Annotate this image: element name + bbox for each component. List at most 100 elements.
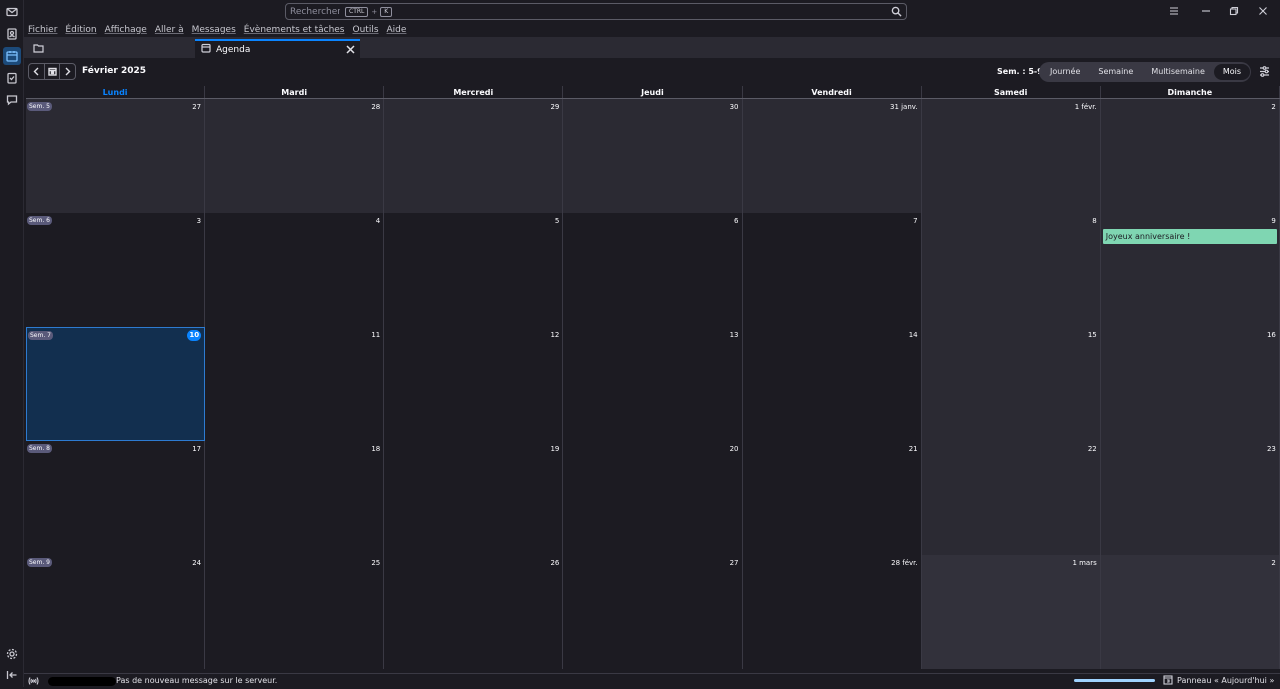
minimize-icon[interactable]: [1198, 3, 1214, 19]
day-number: 1 mars: [1072, 559, 1097, 567]
today-button[interactable]: [43, 64, 61, 79]
today-pane-button[interactable]: Panneau « Aujourd'hui »: [1163, 675, 1274, 685]
day-number: 8: [1092, 217, 1097, 225]
day-cell[interactable]: 13: [563, 327, 743, 441]
tab-agenda-label: Agenda: [216, 44, 251, 55]
day-cell[interactable]: 1 mars: [921, 555, 1101, 669]
status-message: Pas de nouveau message sur le serveur.: [116, 676, 278, 685]
view-day-button[interactable]: Journée: [1041, 64, 1089, 80]
day-cell[interactable]: 8: [921, 213, 1101, 327]
day-cell[interactable]: 16: [1100, 327, 1280, 441]
menu-fichier[interactable]: Fichier: [28, 25, 57, 35]
day-cell[interactable]: 7: [742, 213, 922, 327]
view-options-icon[interactable]: [1259, 66, 1270, 80]
view-week-button[interactable]: Semaine: [1089, 64, 1142, 80]
day-cell[interactable]: 28: [205, 99, 385, 213]
menu-aller-a[interactable]: Aller à: [155, 25, 184, 35]
week-number-badge[interactable]: Sem. 7: [28, 331, 53, 340]
weeks-range: Sem. : 5-9: [997, 67, 1043, 76]
previous-button[interactable]: [29, 64, 44, 79]
calendar-event[interactable]: Joyeux anniversaire !: [1102, 229, 1277, 244]
day-cell[interactable]: 6: [563, 213, 743, 327]
close-tab-icon[interactable]: [346, 44, 355, 57]
day-cell[interactable]: 1 févr.: [921, 99, 1101, 213]
menu-outils[interactable]: Outils: [353, 25, 379, 35]
search-box[interactable]: CTRL + K: [285, 3, 907, 20]
day-cell[interactable]: Sem. 8 17: [26, 441, 206, 555]
day-number: 23: [1266, 445, 1276, 453]
search-icon[interactable]: [891, 6, 902, 20]
day-cell[interactable]: 25: [205, 555, 385, 669]
week-row: Sem. 9 24 25 26 27 28 févr. 1 mars 2: [26, 555, 1280, 669]
day-cell[interactable]: 19: [384, 441, 564, 555]
app-menu-icon[interactable]: [1166, 3, 1182, 19]
menu-messages[interactable]: Messages: [192, 25, 236, 35]
mail-icon[interactable]: [3, 3, 21, 21]
day-cell[interactable]: 12: [384, 327, 564, 441]
day-cell[interactable]: 2: [1100, 99, 1280, 213]
view-month-button[interactable]: Mois: [1213, 64, 1251, 80]
close-window-icon[interactable]: [1255, 3, 1271, 19]
date-navigation: [28, 63, 76, 80]
day-cell[interactable]: 31 janv.: [742, 99, 922, 213]
day-number: 20: [729, 445, 739, 453]
day-cell[interactable]: Sem. 7 10: [26, 327, 206, 441]
day-cell[interactable]: 9 Joyeux anniversaire !: [1100, 213, 1280, 327]
week-number-badge[interactable]: Sem. 9: [27, 558, 52, 567]
day-header: Dimanche: [1101, 86, 1280, 98]
day-cell[interactable]: 27: [563, 555, 743, 669]
day-cell[interactable]: 22: [921, 441, 1101, 555]
day-cell[interactable]: 28 févr.: [742, 555, 922, 669]
day-header: Lundi: [26, 86, 206, 98]
day-cell[interactable]: 14: [742, 327, 922, 441]
week-number-badge[interactable]: Sem. 6: [27, 216, 52, 225]
day-cell[interactable]: 29: [384, 99, 564, 213]
week-number-badge[interactable]: Sem. 8: [27, 444, 52, 453]
day-cell[interactable]: 18: [205, 441, 385, 555]
chat-icon[interactable]: [3, 91, 21, 109]
menu-affichage[interactable]: Affichage: [105, 25, 147, 35]
day-cell[interactable]: 2: [1100, 555, 1280, 669]
day-cell[interactable]: 4: [205, 213, 385, 327]
menu-edition[interactable]: Édition: [65, 25, 96, 35]
day-cell[interactable]: 11: [205, 327, 385, 441]
day-cell[interactable]: 30: [563, 99, 743, 213]
settings-icon[interactable]: [3, 645, 21, 663]
tab-agenda[interactable]: Agenda: [195, 39, 360, 58]
day-cell[interactable]: 15: [921, 327, 1101, 441]
day-number: 19: [550, 445, 560, 453]
menu-evenements-taches[interactable]: Évènements et tâches: [244, 25, 345, 35]
folder-icon[interactable]: [33, 43, 44, 56]
day-number: 1 févr.: [1074, 103, 1097, 111]
day-cell[interactable]: Sem. 5 27: [26, 99, 206, 213]
day-cell[interactable]: Sem. 6 3: [26, 213, 206, 327]
day-number: 12: [550, 331, 560, 339]
day-cell[interactable]: 26: [384, 555, 564, 669]
week-number-badge[interactable]: Sem. 5: [27, 102, 52, 111]
day-cell[interactable]: Sem. 9 24: [26, 555, 206, 669]
calendar-toolbar: Février 2025 Sem. : 5-9 Journée Semaine …: [24, 58, 1280, 86]
day-cell[interactable]: 23: [1100, 441, 1280, 555]
menu-aide[interactable]: Aide: [387, 25, 407, 35]
collapse-icon[interactable]: [3, 666, 21, 684]
week-row: Sem. 8 17 18 19 20 21 22 23: [26, 441, 1280, 555]
search-input[interactable]: [290, 6, 340, 17]
view-multiweek-button[interactable]: Multisemaine: [1142, 64, 1214, 80]
online-status-icon[interactable]: [28, 676, 39, 689]
day-cell[interactable]: 5: [384, 213, 564, 327]
day-number: 18: [371, 445, 381, 453]
next-button[interactable]: [60, 64, 75, 79]
shortcut-plus: +: [371, 7, 378, 16]
shortcut-key: CTRL: [345, 6, 369, 17]
restore-icon[interactable]: [1226, 3, 1242, 19]
tasks-icon[interactable]: [3, 69, 21, 87]
address-book-icon[interactable]: [3, 25, 21, 43]
day-header: Jeudi: [563, 86, 743, 98]
day-number: 2: [1271, 559, 1276, 567]
day-number: 10: [187, 330, 202, 341]
calendar-icon[interactable]: [3, 47, 21, 65]
day-cell[interactable]: 21: [742, 441, 922, 555]
day-cell[interactable]: 20: [563, 441, 743, 555]
chevron-left-icon: [33, 67, 39, 76]
redacted-account: [48, 677, 116, 686]
